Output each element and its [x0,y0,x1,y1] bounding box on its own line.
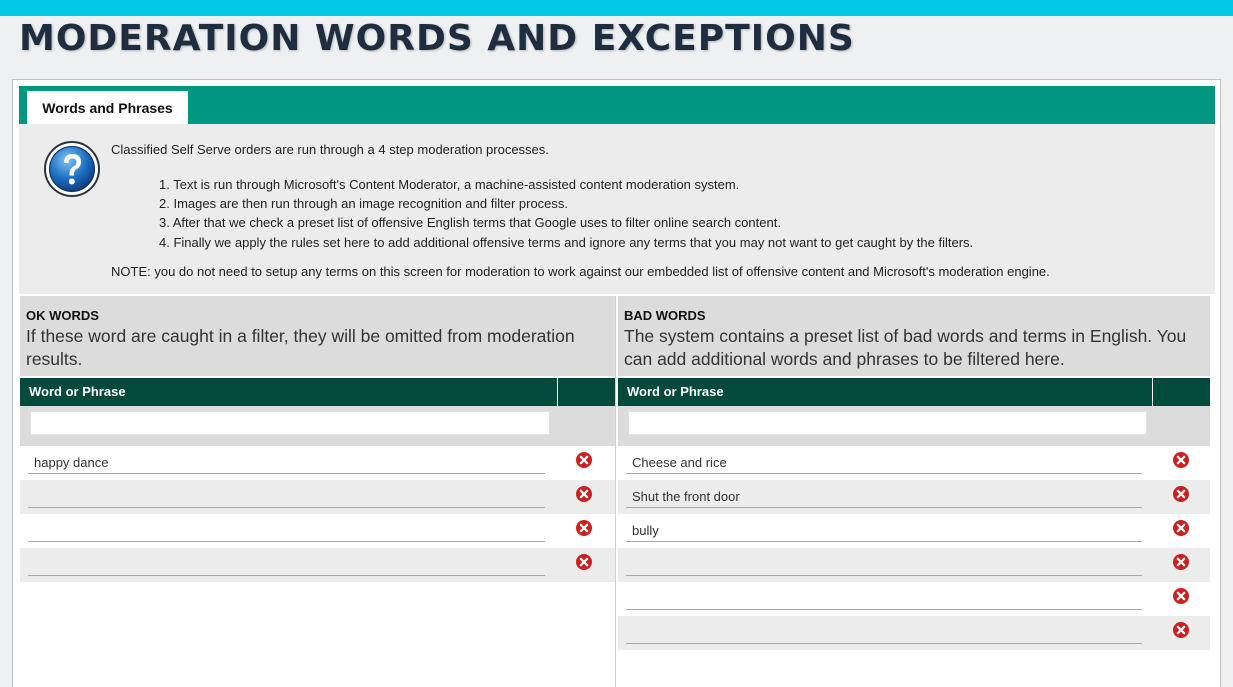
remove-circle-x-icon[interactable] [575,519,593,537]
step-item: 1. Text is run through Microsoft's Conte… [159,177,740,192]
remove-circle-x-icon[interactable] [1172,621,1190,639]
table-row [618,446,1210,480]
info-box: Classified Self Serve orders are run thr… [19,124,1215,294]
ok-words-section: OK WORDS If these word are caught in a f… [20,296,616,687]
bad-words-heading: BAD WORDS [624,308,706,323]
main-panel: Words and Phrases Classified Self Serve … [12,79,1221,687]
step-item: 4. Finally we apply the rules set here t… [159,234,974,250]
bad-word-input[interactable] [626,554,1142,576]
bad-words-grid-header: Word or Phrase [618,378,1210,406]
ok-words-filter-input[interactable] [30,411,550,435]
table-row [618,480,1210,514]
table-row [618,514,1210,548]
intro-text: Classified Self Serve orders are run thr… [111,142,549,157]
tab-bar: Words and Phrases [19,86,1215,124]
step-item: 3. After that we check a preset list of … [159,215,781,231]
table-row [20,514,615,548]
note-text: NOTE: you do not need to setup any terms… [111,264,1050,279]
ok-words-header: OK WORDS If these word are caught in a f… [20,296,615,376]
step-item: 2. Images are then run through an image … [159,196,569,212]
tab-words-and-phrases[interactable]: Words and Phrases [27,91,188,124]
table-row [20,548,615,582]
ok-words-filter-row [20,406,615,446]
table-row [618,582,1210,616]
page-title: MODERATION WORDS AND EXCEPTIONS [19,18,855,59]
ok-word-input[interactable] [28,452,545,474]
ok-words-description: If these word are caught in a filter, th… [26,326,575,369]
ok-word-input[interactable] [28,486,545,508]
ok-words-heading: OK WORDS [26,308,99,323]
bad-words-section: BAD WORDS The system contains a preset l… [618,296,1210,687]
table-row [618,548,1210,582]
bad-word-input[interactable] [626,452,1142,474]
column-header-actions [1153,378,1210,406]
bad-word-input[interactable] [626,588,1142,610]
steps-list: 1. Text is run through Microsoft's Conte… [159,175,973,252]
column-header-actions [558,378,615,406]
bad-words-filter-input[interactable] [628,411,1147,435]
remove-circle-x-icon[interactable] [575,485,593,503]
ok-word-input[interactable] [28,520,545,542]
bad-words-description: The system contains a preset list of bad… [624,326,1187,369]
column-header-word-or-phrase[interactable]: Word or Phrase [20,378,558,406]
bad-words-filter-row [618,406,1210,446]
bad-word-input[interactable] [626,520,1142,542]
remove-circle-x-icon[interactable] [1172,485,1190,503]
remove-circle-x-icon[interactable] [575,553,593,571]
bad-words-header: BAD WORDS The system contains a preset l… [618,296,1210,376]
table-row [20,446,615,480]
remove-circle-x-icon[interactable] [1172,451,1190,469]
ok-words-grid-header: Word or Phrase [20,378,615,406]
remove-circle-x-icon[interactable] [1172,519,1190,537]
top-accent-stripe [0,0,1233,16]
remove-circle-x-icon[interactable] [1172,553,1190,571]
remove-circle-x-icon[interactable] [1172,587,1190,605]
bad-word-input[interactable] [626,486,1142,508]
table-row [618,616,1210,650]
question-mark-icon [44,141,100,197]
ok-word-input[interactable] [28,554,545,576]
bad-word-input[interactable] [626,622,1142,644]
remove-circle-x-icon[interactable] [575,451,593,469]
column-header-word-or-phrase[interactable]: Word or Phrase [618,378,1153,406]
table-row [20,480,615,514]
